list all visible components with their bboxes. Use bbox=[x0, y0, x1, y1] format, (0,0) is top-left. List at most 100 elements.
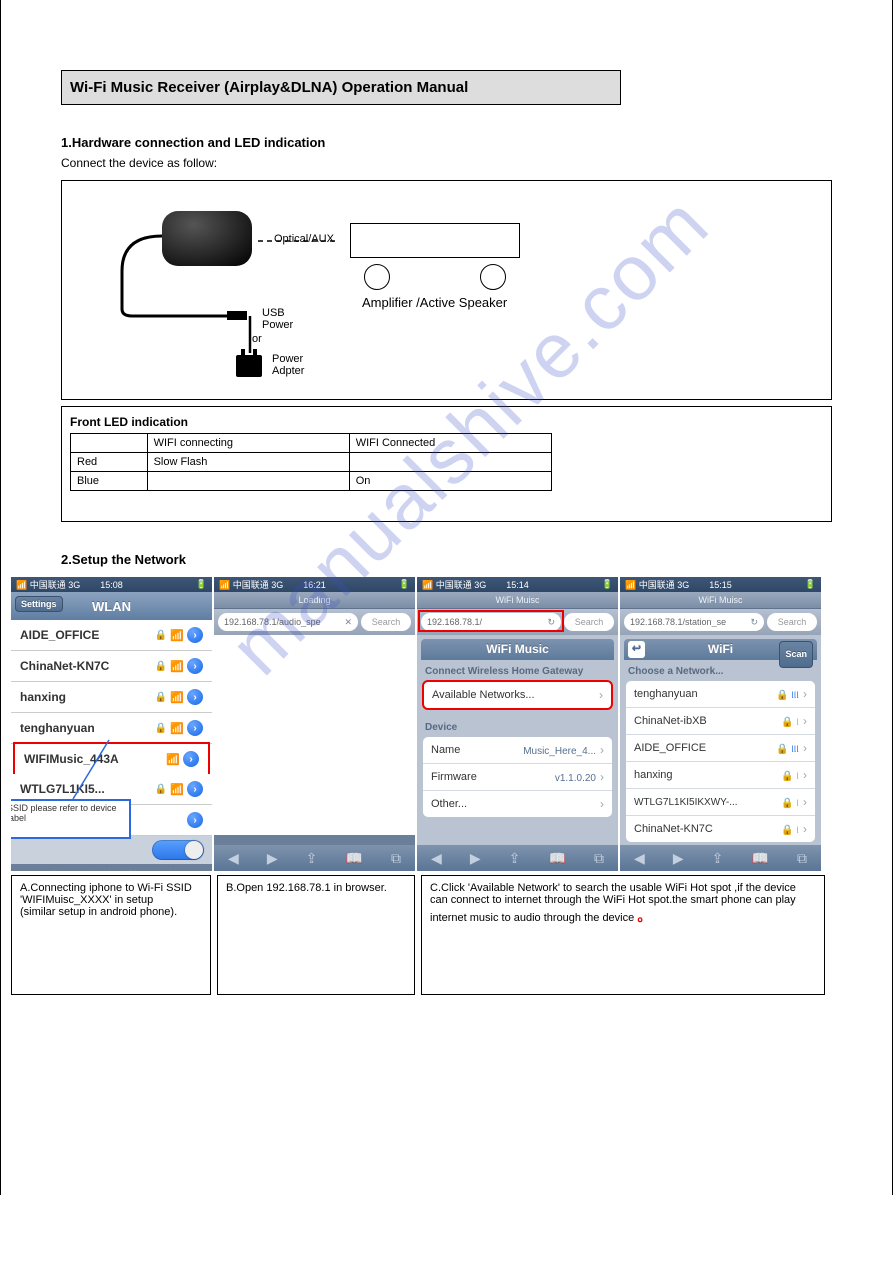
chevron-icon: › bbox=[600, 797, 604, 811]
search-field[interactable]: Search bbox=[361, 613, 411, 631]
led-caption: Front LED indication bbox=[70, 415, 823, 429]
address-text: 192.168.78.1/audio_spe bbox=[224, 617, 344, 627]
stop-icon[interactable]: ✕ bbox=[344, 617, 352, 628]
net-ssid: AIDE_OFFICE bbox=[634, 742, 706, 754]
search-field[interactable]: Search bbox=[564, 613, 614, 631]
network-row[interactable]: hanxing🔒 ୲› bbox=[626, 762, 815, 789]
caption-a-text: A.Connecting iphone to Wi-Fi SSID 'WIFIM… bbox=[20, 882, 192, 918]
detail-icon[interactable]: › bbox=[187, 812, 203, 828]
browser-toolbar: ◀ ▶ ⇪ 📖 ⧉ bbox=[417, 845, 618, 871]
network-row[interactable]: ChinaNet-KN7C🔒 ୲› bbox=[626, 816, 815, 842]
back-icon[interactable]: ◀ bbox=[228, 850, 239, 867]
led-cell bbox=[349, 453, 551, 472]
forward-icon[interactable]: ▶ bbox=[470, 850, 481, 867]
device-row[interactable]: Firmwarev1.1.0.20› bbox=[423, 764, 612, 791]
browser-tab[interactable]: WiFi Muisc bbox=[417, 592, 618, 609]
browser-tab[interactable]: WiFi Muisc bbox=[620, 592, 821, 609]
optical-aux-label: Optical/AUX bbox=[274, 233, 334, 245]
network-row[interactable]: ChinaNet-ibXB🔒 ୲› bbox=[626, 708, 815, 735]
hardware-text: Connect the device as follow: bbox=[61, 154, 872, 172]
detail-icon[interactable]: › bbox=[183, 751, 199, 767]
list-item[interactable]: tenghanyuan🔒📶› bbox=[11, 713, 212, 744]
back-icon[interactable]: ◀ bbox=[431, 850, 442, 867]
detail-icon[interactable]: › bbox=[187, 689, 203, 705]
detail-icon[interactable]: › bbox=[187, 658, 203, 674]
search-field[interactable]: Search bbox=[767, 613, 817, 631]
led-cell: Blue bbox=[71, 472, 148, 491]
list-item[interactable]: ChinaNet-KN7C 🔒📶› bbox=[11, 651, 212, 682]
status-bar: 📶 中国联通 3G 15:14 🔋 bbox=[417, 577, 618, 592]
status-time: 15:08 bbox=[11, 580, 212, 590]
browser-body-loading bbox=[214, 635, 415, 835]
tabs-icon[interactable]: ⧉ bbox=[391, 850, 401, 867]
tabs-icon[interactable]: ⧉ bbox=[797, 850, 807, 867]
back-icon[interactable]: ↩ bbox=[628, 641, 645, 658]
wifi-icon: 📶 bbox=[170, 783, 184, 796]
network-list: tenghanyuan🔒 ୲୲୲› ChinaNet-ibXB🔒 ୲› AIDE… bbox=[625, 680, 816, 843]
bookmarks-icon[interactable]: 📖 bbox=[548, 850, 565, 867]
bookmarks-icon[interactable]: 📖 bbox=[345, 850, 362, 867]
led-table-container: Front LED indication WIFI connecting WIF… bbox=[61, 406, 832, 522]
back-icon[interactable]: ◀ bbox=[634, 850, 645, 867]
detail-icon[interactable]: › bbox=[187, 781, 203, 797]
lock-icon: 🔒 bbox=[155, 723, 167, 734]
scan-button[interactable]: Scan bbox=[779, 641, 813, 668]
document-title-box: Wi-Fi Music Receiver (Airplay&DLNA) Oper… bbox=[61, 70, 621, 105]
address-field[interactable]: 192.168.78.1/station_se ↻ bbox=[624, 613, 764, 631]
forward-icon[interactable]: ▶ bbox=[267, 850, 278, 867]
browser-tab[interactable]: Loading bbox=[214, 592, 415, 609]
list-item-highlighted[interactable]: WIFIMusic_443A📶› bbox=[13, 742, 210, 776]
chevron-icon: › bbox=[803, 714, 807, 728]
share-icon[interactable]: ⇪ bbox=[509, 850, 521, 867]
led-table: WIFI connecting WIFI Connected Red Slow … bbox=[70, 433, 552, 491]
detail-icon[interactable]: › bbox=[187, 627, 203, 643]
section-heading-setup: 2.Setup the Network bbox=[61, 552, 872, 567]
wifi-music-header: WiFi Music bbox=[421, 639, 614, 660]
detail-icon[interactable]: › bbox=[187, 720, 203, 736]
address-field[interactable]: 192.168.78.1/audio_spe ✕ bbox=[218, 613, 358, 631]
status-time: 15:14 bbox=[417, 580, 618, 590]
bookmarks-icon[interactable]: 📖 bbox=[751, 850, 768, 867]
list-item[interactable]: AIDE_OFFICE🔒📶› bbox=[11, 620, 212, 651]
phone-d: 📶 中国联通 3G 15:15 🔋 WiFi Muisc 192.168.78.… bbox=[620, 577, 821, 871]
chevron-icon: › bbox=[803, 795, 807, 809]
wifi-icon: 📶 bbox=[170, 660, 184, 673]
status-icons: 🔋 bbox=[602, 579, 613, 590]
device-row[interactable]: Other...› bbox=[423, 791, 612, 817]
forward-icon[interactable]: ▶ bbox=[673, 850, 684, 867]
device-row[interactable]: NameMusic_Here_4...› bbox=[423, 737, 612, 764]
status-icons: 🔋 bbox=[805, 579, 816, 590]
lock-icon: 🔒 bbox=[776, 744, 788, 755]
share-icon[interactable]: ⇪ bbox=[306, 850, 318, 867]
caption-c: C.Click 'Available Network' to search th… bbox=[421, 875, 825, 995]
led-th-connecting: WIFI connecting bbox=[147, 434, 349, 453]
lock-icon: 🔒 bbox=[155, 661, 167, 672]
signal-icon: ୲ bbox=[796, 824, 799, 836]
share-icon[interactable]: ⇪ bbox=[712, 850, 724, 867]
net-ssid: tenghanyuan bbox=[634, 688, 698, 700]
network-row[interactable]: WTLG7L1KI5IKXWY-...🔒 ୲› bbox=[626, 789, 815, 816]
tabs-icon[interactable]: ⧉ bbox=[594, 850, 604, 867]
available-label: Available Networks... bbox=[432, 689, 535, 701]
caption-c-text: C.Click 'Available Network' to search th… bbox=[430, 882, 796, 924]
ask-to-join-toggle[interactable] bbox=[152, 840, 204, 860]
document-title: Wi-Fi Music Receiver (Airplay&DLNA) Oper… bbox=[70, 79, 468, 96]
chevron-icon: › bbox=[803, 822, 807, 836]
network-row[interactable]: AIDE_OFFICE🔒 ୲୲୲› bbox=[626, 735, 815, 762]
list-item[interactable]: hanxing🔒📶› bbox=[11, 682, 212, 713]
status-bar: 📶 中国联通 3G 15:08 🔋 bbox=[11, 577, 212, 592]
refresh-icon[interactable]: ↻ bbox=[750, 617, 758, 628]
ssid-label: hanxing bbox=[20, 690, 66, 704]
network-row[interactable]: tenghanyuan🔒 ୲୲୲› bbox=[626, 681, 815, 708]
gateway-section-label: Connect Wireless Home Gateway bbox=[417, 660, 618, 680]
device-key: Firmware bbox=[431, 771, 477, 783]
status-time: 15:15 bbox=[620, 580, 821, 590]
chevron-icon: › bbox=[803, 687, 807, 701]
settings-back-button[interactable]: Settings bbox=[15, 596, 63, 612]
available-networks-row[interactable]: Available Networks...› bbox=[424, 682, 611, 708]
power-adapter-label: Power Adpter bbox=[272, 353, 304, 377]
led-cell: Red bbox=[71, 453, 148, 472]
wifi-icon: 📶 bbox=[166, 753, 180, 766]
ssid-label: ChinaNet-KN7C bbox=[20, 659, 109, 673]
caption-b: B.Open 192.168.78.1 in browser. bbox=[217, 875, 415, 995]
